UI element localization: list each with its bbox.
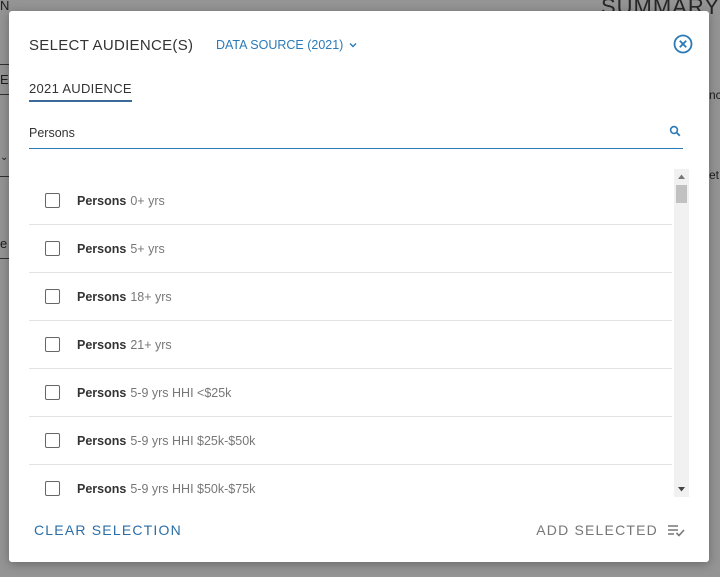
dialog-title: SELECT AUDIENCE(S): [29, 37, 194, 54]
list-item-label-bold: Persons: [77, 385, 127, 400]
checkbox[interactable]: [45, 433, 60, 448]
list-item[interactable]: Persons 5+ yrs: [29, 225, 672, 273]
list-item-label: Persons 18+ yrs: [77, 290, 172, 304]
checkbox[interactable]: [45, 337, 60, 352]
list-item-label: Persons 21+ yrs: [77, 338, 172, 352]
list-item-label-bold: Persons: [77, 241, 127, 256]
data-source-dropdown[interactable]: DATA SOURCE (2021): [216, 38, 357, 52]
clear-selection-button[interactable]: CLEAR SELECTION: [34, 522, 182, 538]
add-selected-button[interactable]: ADD SELECTED: [536, 522, 685, 538]
list-item-label: Persons 5-9 yrs HHI $50k-$75k: [77, 482, 255, 496]
checkbox[interactable]: [45, 289, 60, 304]
list-item[interactable]: Persons 0+ yrs: [29, 177, 672, 225]
list-item-label-detail: 5+ yrs: [130, 241, 165, 256]
list-item[interactable]: Persons 18+ yrs: [29, 273, 672, 321]
list-item-label-detail: 21+ yrs: [130, 337, 172, 352]
list-item-label-bold: Persons: [77, 337, 127, 352]
list-item-label-detail: 5-9 yrs HHI $50k-$75k: [130, 481, 256, 496]
list-item-label-detail: 18+ yrs: [130, 289, 172, 304]
scrollbar-thumb[interactable]: [676, 185, 687, 203]
checkbox[interactable]: [45, 481, 60, 496]
search-icon[interactable]: [669, 125, 681, 137]
list-item-label: Persons 5+ yrs: [77, 242, 165, 256]
list-item-label: Persons 0+ yrs: [77, 194, 165, 208]
list-item-label-detail: 5-9 yrs HHI <$25k: [130, 385, 232, 400]
list-item-label-bold: Persons: [77, 193, 127, 208]
close-icon[interactable]: [673, 34, 693, 54]
scroll-down-arrow-icon[interactable]: [674, 482, 689, 497]
scroll-up-arrow-icon[interactable]: [674, 169, 689, 184]
list-item-label-detail: 5-9 yrs HHI $25k-$50k: [130, 433, 256, 448]
checkbox[interactable]: [45, 385, 60, 400]
list-item-label-bold: Persons: [77, 289, 127, 304]
list-item-label: Persons 5-9 yrs HHI <$25k: [77, 386, 231, 400]
list-item[interactable]: Persons 5-9 yrs HHI <$25k: [29, 369, 672, 417]
search-bar: [29, 121, 683, 149]
scrollbar[interactable]: [674, 169, 689, 497]
list-item[interactable]: Persons 5-9 yrs HHI $25k-$50k: [29, 417, 672, 465]
list-item-label-bold: Persons: [77, 433, 127, 448]
checkbox[interactable]: [45, 193, 60, 208]
tab-2021-audience[interactable]: 2021 AUDIENCE: [29, 81, 132, 102]
add-selected-label: ADD SELECTED: [536, 522, 658, 538]
list-item[interactable]: Persons 21+ yrs: [29, 321, 672, 369]
search-input[interactable]: [29, 121, 649, 145]
list-item-label-bold: Persons: [77, 481, 127, 496]
checkbox[interactable]: [45, 241, 60, 256]
chevron-down-icon: [349, 43, 357, 48]
list-item-label: Persons 5-9 yrs HHI $25k-$50k: [77, 434, 255, 448]
list-item-label-detail: 0+ yrs: [130, 193, 165, 208]
playlist-check-icon: [668, 524, 685, 537]
data-source-label: DATA SOURCE (2021): [216, 38, 344, 52]
audience-list: Persons 0+ yrs Persons 5+ yrs Persons 18+ yrs…: [29, 169, 689, 497]
list-item[interactable]: Persons 5-9 yrs HHI $50k-$75k: [29, 465, 672, 497]
audience-list-rows: Persons 0+ yrs Persons 5+ yrs Persons 18+ yrs…: [29, 177, 672, 497]
select-audience-dialog: SELECT AUDIENCE(S) DATA SOURCE (2021) 20…: [9, 11, 709, 562]
